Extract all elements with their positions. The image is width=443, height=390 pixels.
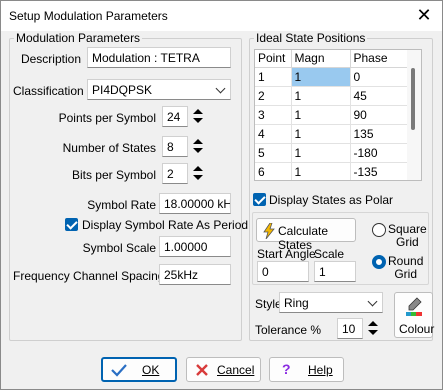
display-states-polar-label: Display States as Polar xyxy=(269,193,394,207)
arrow-down-icon xyxy=(193,175,203,180)
start-angle-label: Start Angle xyxy=(257,247,316,261)
classification-select[interactable]: PI4DQPSK xyxy=(87,79,231,100)
arrow-down-icon xyxy=(193,118,203,123)
cancel-button[interactable]: Cancel xyxy=(186,357,261,382)
colour-label: Colour xyxy=(399,322,435,336)
bits-per-symbol-field[interactable]: 2 xyxy=(162,163,188,184)
table-row[interactable]: 110 xyxy=(255,67,409,87)
start-angle-field[interactable]: 0 xyxy=(257,261,309,282)
table-cell[interactable]: -180 xyxy=(350,143,409,163)
bits-per-symbol-spinner[interactable] xyxy=(190,163,206,184)
arrow-up-icon xyxy=(368,321,378,326)
symbol-rate-label: Symbol Rate xyxy=(87,198,156,212)
arrow-up-icon xyxy=(193,139,203,144)
scale-field[interactable]: 1 xyxy=(314,261,356,282)
table-cell[interactable]: 5 xyxy=(255,143,292,163)
display-rate-as-period-label: Display Symbol Rate As Period xyxy=(82,218,249,232)
table-cell[interactable]: 3 xyxy=(255,105,292,125)
symbol-scale-label: Symbol Scale xyxy=(82,241,156,255)
round-grid-label: Round Grid xyxy=(388,254,424,281)
table-cell[interactable]: 135 xyxy=(350,124,409,144)
table-cell[interactable]: 1 xyxy=(291,105,351,125)
column-header-magn: Magn xyxy=(291,50,351,68)
arrow-down-icon xyxy=(368,330,378,335)
scrollbar-thumb[interactable] xyxy=(411,68,415,130)
calculate-states-button[interactable]: Calculate States xyxy=(256,218,356,252)
table-scrollbar[interactable] xyxy=(407,50,421,180)
arrow-up-icon xyxy=(193,166,203,171)
classification-label: Classification xyxy=(13,84,84,98)
paint-brush-icon xyxy=(406,297,422,316)
description-field[interactable]: Modulation : TETRA xyxy=(87,47,231,68)
style-value: Ring xyxy=(284,296,309,310)
frequency-spacing-label: Frequency Channel Spacing xyxy=(13,269,165,283)
table-row[interactable]: 6 1 -135 xyxy=(255,162,409,180)
table-row[interactable]: 2 1 45 xyxy=(255,86,409,106)
classification-value: PI4DQPSK xyxy=(92,83,153,97)
arrow-up-icon xyxy=(193,109,203,114)
style-select[interactable]: Ring xyxy=(279,292,383,313)
dialog-window: Setup Modulation Parameters ✕ Modulation… xyxy=(0,0,443,390)
table-cell[interactable]: 45 xyxy=(350,86,409,106)
help-icon: ? xyxy=(282,361,291,377)
help-button[interactable]: ? Help xyxy=(269,357,344,382)
tolerance-field[interactable]: 10 xyxy=(337,318,363,339)
display-states-polar-checkbox[interactable] xyxy=(253,193,266,206)
table-cell[interactable]: 1 xyxy=(291,86,351,106)
frequency-spacing-field[interactable]: 25kHz xyxy=(159,264,231,285)
column-header-point: Point xyxy=(255,50,292,68)
points-per-symbol-field[interactable]: 24 xyxy=(162,106,188,127)
table-header-row: Point Magn Phase xyxy=(255,50,409,68)
points-per-symbol-spinner[interactable] xyxy=(190,106,206,127)
table-cell[interactable]: 4 xyxy=(255,124,292,144)
square-grid-label: Square Grid xyxy=(388,222,427,249)
colour-button[interactable]: Colour xyxy=(394,292,435,338)
symbol-rate-field[interactable]: 18.00000 kHz xyxy=(159,193,231,214)
table-cell[interactable]: 90 xyxy=(350,105,409,125)
table-cell[interactable]: -135 xyxy=(350,162,409,180)
title-bar: Setup Modulation Parameters ✕ xyxy=(1,1,442,31)
table-cell[interactable]: 0 xyxy=(350,67,409,87)
modulation-parameters-legend: Modulation Parameters xyxy=(14,31,143,45)
table-row[interactable]: 5 1 -180 xyxy=(255,143,409,163)
chevron-down-icon xyxy=(367,296,378,307)
ok-label: OK xyxy=(142,363,160,377)
table-row[interactable]: 4 1 135 xyxy=(255,124,409,144)
table-row[interactable]: 3 1 90 xyxy=(255,105,409,125)
ok-button[interactable]: OK xyxy=(101,357,177,382)
lightning-icon xyxy=(263,223,275,239)
style-label: Style xyxy=(255,297,282,311)
number-of-states-spinner[interactable] xyxy=(190,136,206,157)
tolerance-label: Tolerance % xyxy=(255,323,322,337)
number-of-states-field[interactable]: 8 xyxy=(162,136,188,157)
chevron-down-icon xyxy=(215,83,226,94)
close-icon[interactable]: ✕ xyxy=(414,5,434,25)
round-grid-radio[interactable] xyxy=(372,255,386,269)
ideal-state-positions-legend: Ideal State Positions xyxy=(254,31,368,45)
display-rate-as-period-checkbox[interactable] xyxy=(65,218,78,231)
scale-label: Scale xyxy=(314,247,345,261)
cancel-label: Cancel xyxy=(217,363,255,377)
bits-per-symbol-label: Bits per Symbol xyxy=(71,168,156,182)
checkmark-icon xyxy=(111,364,127,377)
points-per-symbol-label: Points per Symbol xyxy=(58,111,156,125)
table-cell[interactable]: 6 xyxy=(255,162,292,180)
number-of-states-label: Number of States xyxy=(62,141,156,155)
close-icon xyxy=(196,364,208,376)
description-label: Description xyxy=(20,52,81,66)
square-grid-radio[interactable] xyxy=(372,223,386,237)
table-cell[interactable]: 1 xyxy=(255,67,292,87)
table-cell-selected[interactable]: 1 xyxy=(291,67,351,87)
table-cell[interactable]: 1 xyxy=(291,143,351,163)
help-label: Help xyxy=(308,363,333,377)
table-cell[interactable]: 1 xyxy=(291,162,351,180)
state-positions-table[interactable]: Point Magn Phase 110 2 1 45 3 1 90 4 1 135 51-… xyxy=(254,49,422,181)
window-title: Setup Modulation Parameters xyxy=(9,9,168,23)
symbol-scale-field[interactable]: 1.00000 xyxy=(159,236,231,257)
table-cell[interactable]: 1 xyxy=(291,124,351,144)
table-cell[interactable]: 2 xyxy=(255,86,292,106)
column-header-phase: Phase xyxy=(350,50,409,68)
arrow-down-icon xyxy=(193,148,203,153)
tolerance-spinner[interactable] xyxy=(365,318,381,339)
